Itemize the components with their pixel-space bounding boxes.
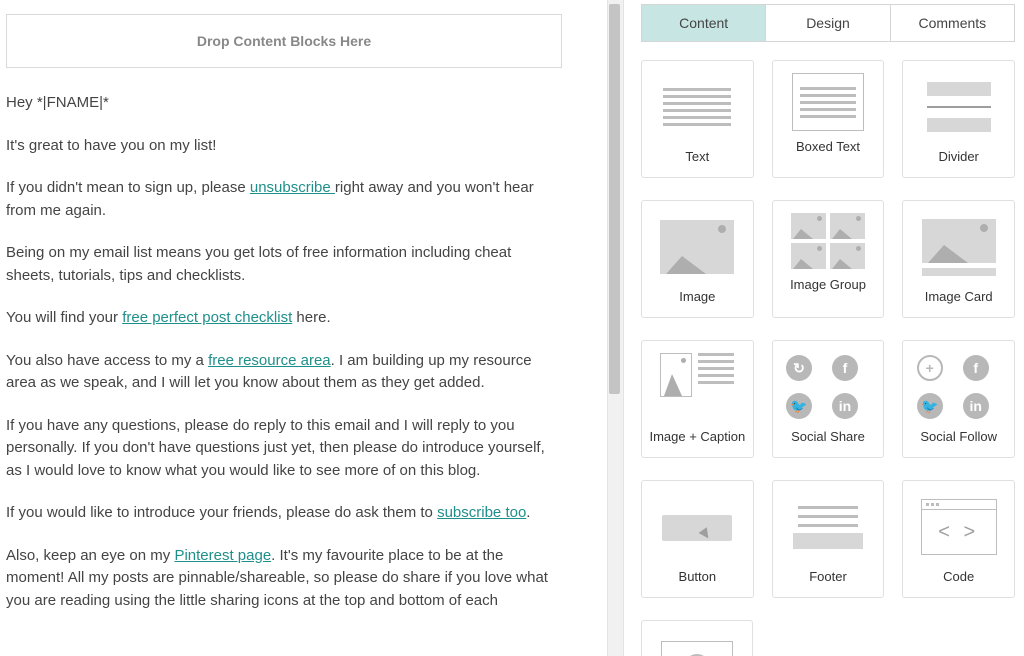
footer-icon bbox=[786, 493, 870, 561]
divider-icon bbox=[917, 73, 1001, 141]
text-fragment: Also, keep an eye on my bbox=[6, 547, 174, 564]
social-follow-icon: + f 🐦 in bbox=[917, 353, 1001, 421]
block-button[interactable]: Button bbox=[641, 480, 754, 598]
block-label: Code bbox=[943, 569, 974, 584]
text-fragment: If you would like to introduce your frie… bbox=[6, 504, 437, 521]
image-caption-icon bbox=[655, 353, 739, 421]
block-label: Image Card bbox=[925, 289, 993, 304]
facebook-icon: f bbox=[832, 355, 858, 381]
text-fragment: You will find your bbox=[6, 309, 122, 326]
block-label: Image + Caption bbox=[649, 429, 745, 444]
image-card-icon bbox=[917, 213, 1001, 281]
reply-paragraph: If you have any questions, please do rep… bbox=[6, 415, 562, 483]
block-label: Button bbox=[679, 569, 717, 584]
subscribe-paragraph: If you would like to introduce your frie… bbox=[6, 502, 562, 525]
greeting-line: Hey *|FNAME|* bbox=[6, 92, 562, 115]
block-image-group[interactable]: Image Group bbox=[772, 200, 885, 318]
block-label: Divider bbox=[938, 149, 978, 164]
share-icon: ↻ bbox=[786, 355, 812, 381]
block-video[interactable] bbox=[641, 620, 753, 656]
block-boxed-text[interactable]: Boxed Text bbox=[772, 60, 885, 178]
unsubscribe-paragraph: If you didn't mean to sign up, please un… bbox=[6, 177, 562, 222]
text-fragment: here. bbox=[292, 309, 330, 326]
email-body[interactable]: Hey *|FNAME|* It's great to have you on … bbox=[6, 92, 562, 612]
text-fragment: You also have access to my a bbox=[6, 352, 208, 369]
intro-line: It's great to have you on my list! bbox=[6, 135, 562, 158]
pinterest-link[interactable]: Pinterest page bbox=[174, 547, 271, 564]
block-image[interactable]: Image bbox=[641, 200, 754, 318]
image-group-icon bbox=[791, 213, 865, 269]
dropzone[interactable]: Drop Content Blocks Here bbox=[6, 14, 562, 68]
unsubscribe-link[interactable]: unsubscribe bbox=[250, 179, 335, 196]
social-share-icon: ↻ f 🐦 in bbox=[786, 353, 870, 421]
tab-design[interactable]: Design bbox=[766, 5, 890, 41]
button-icon bbox=[655, 493, 739, 561]
boxed-text-icon bbox=[792, 73, 864, 131]
tab-content[interactable]: Content bbox=[642, 5, 766, 41]
block-code[interactable]: < > Code bbox=[902, 480, 1015, 598]
code-icon: < > bbox=[917, 493, 1001, 561]
block-label: Boxed Text bbox=[796, 139, 860, 154]
block-image-caption[interactable]: Image + Caption bbox=[641, 340, 754, 458]
sidebar-tabs: Content Design Comments bbox=[641, 4, 1015, 42]
twitter-icon: 🐦 bbox=[786, 393, 812, 419]
block-label: Footer bbox=[809, 569, 847, 584]
block-label: Social Share bbox=[791, 429, 865, 444]
text-fragment: . bbox=[526, 504, 530, 521]
scrollbar-thumb[interactable] bbox=[609, 4, 620, 394]
tab-comments[interactable]: Comments bbox=[891, 5, 1014, 41]
pinterest-paragraph: Also, keep an eye on my Pinterest page. … bbox=[6, 545, 562, 613]
block-label: Text bbox=[685, 149, 709, 164]
block-footer[interactable]: Footer bbox=[772, 480, 885, 598]
block-label: Image bbox=[679, 289, 715, 304]
block-social-share[interactable]: ↻ f 🐦 in Social Share bbox=[772, 340, 885, 458]
video-icon bbox=[655, 633, 739, 656]
linkedin-icon: in bbox=[832, 393, 858, 419]
block-image-card[interactable]: Image Card bbox=[902, 200, 1015, 318]
twitter-icon: 🐦 bbox=[917, 393, 943, 419]
resource-paragraph: You also have access to my a free resour… bbox=[6, 350, 562, 395]
subscribe-link[interactable]: subscribe too bbox=[437, 504, 526, 521]
block-text[interactable]: Text bbox=[641, 60, 754, 178]
block-social-follow[interactable]: + f 🐦 in Social Follow bbox=[902, 340, 1015, 458]
checklist-link[interactable]: free perfect post checklist bbox=[122, 309, 292, 326]
facebook-icon: f bbox=[963, 355, 989, 381]
content-block-grid: Text Boxed Text Divider Image bbox=[635, 60, 1021, 656]
resource-link[interactable]: free resource area bbox=[208, 352, 331, 369]
plus-icon: + bbox=[917, 355, 943, 381]
benefits-paragraph: Being on my email list means you get lot… bbox=[6, 242, 562, 287]
image-icon bbox=[655, 213, 739, 281]
sidebar: Content Design Comments Text Boxed Text bbox=[632, 0, 1024, 656]
canvas-scrollbar[interactable] bbox=[604, 0, 632, 656]
linkedin-icon: in bbox=[963, 393, 989, 419]
checklist-paragraph: You will find your free perfect post che… bbox=[6, 307, 562, 330]
editor-canvas[interactable]: Drop Content Blocks Here Hey *|FNAME|* I… bbox=[0, 0, 604, 656]
block-label: Image Group bbox=[790, 277, 866, 292]
text-icon bbox=[655, 73, 739, 141]
block-label: Social Follow bbox=[920, 429, 997, 444]
text-fragment: If you didn't mean to sign up, please bbox=[6, 179, 250, 196]
block-divider[interactable]: Divider bbox=[902, 60, 1015, 178]
